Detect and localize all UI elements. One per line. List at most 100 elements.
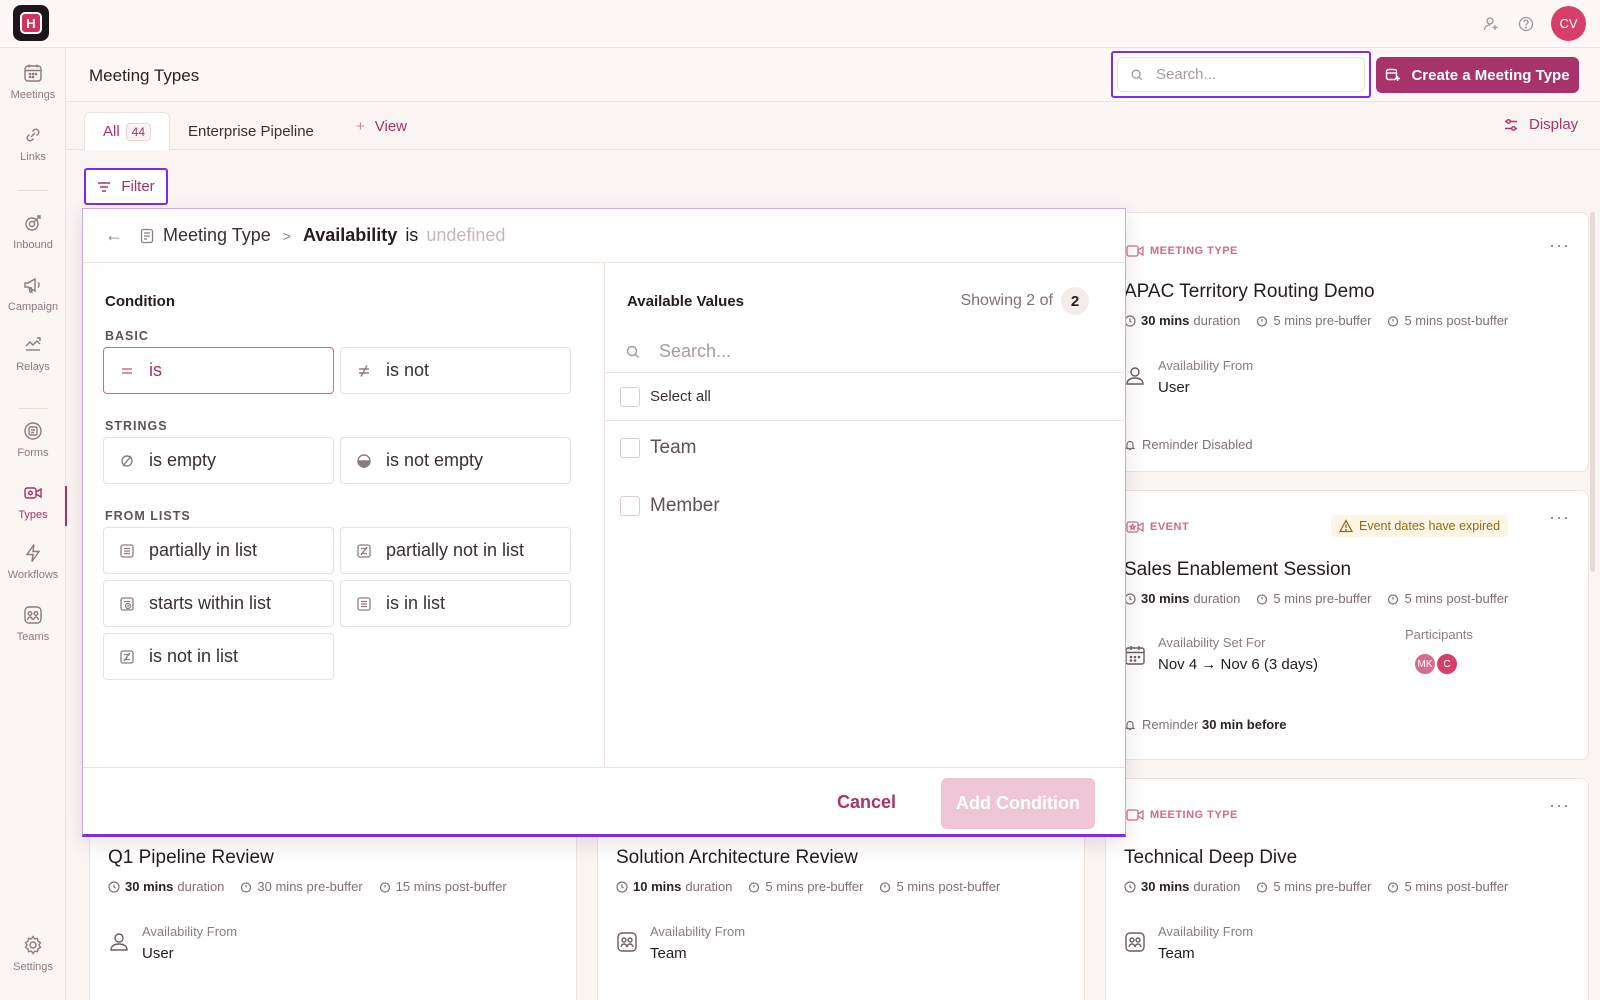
create-button-label: Create a Meeting Type	[1411, 66, 1570, 84]
duration-suffix: duration	[1193, 591, 1241, 606]
sidebar-item-settings[interactable]: Settings	[0, 934, 66, 992]
tab-count-badge: 44	[125, 122, 152, 141]
sidebar-item-types[interactable]: Types	[0, 482, 67, 540]
sidebar-item-workflows[interactable]: Workflows	[0, 542, 66, 600]
list-not-icon	[120, 649, 134, 664]
sidebar-item-teams[interactable]: Teams	[0, 604, 66, 662]
logo-glyph: H	[20, 12, 42, 34]
popover-footer: Cancel Add Condition	[83, 767, 1125, 835]
scrollbar[interactable]	[1590, 212, 1595, 572]
back-arrow-icon[interactable]: ←	[105, 225, 123, 246]
value-label: Team	[650, 437, 697, 458]
event-card[interactable]: EVENT Event dates have expired ··· Sales…	[1105, 490, 1589, 760]
select-all-label: Select all	[650, 388, 711, 405]
search-icon	[626, 345, 640, 358]
search-placeholder: Search...	[1156, 66, 1217, 83]
value-option-member[interactable]: Member	[620, 495, 720, 517]
participant-avatar[interactable]: C	[1436, 653, 1458, 675]
inbound-icon	[25, 215, 41, 231]
sidebar-item-relays[interactable]: Relays	[0, 334, 66, 392]
search-icon	[1131, 69, 1143, 80]
sidebar-item-label: Meetings	[10, 89, 56, 101]
timer-icon	[749, 881, 760, 893]
add-view-label: View	[374, 118, 408, 135]
more-options-icon[interactable]: ···	[1549, 795, 1570, 816]
clock-icon	[108, 880, 120, 893]
option-partially-in-list[interactable]: partially in list	[103, 527, 334, 574]
showing-text: Showing 2 of	[960, 292, 1053, 309]
card-type-label: MEETING TYPE	[1126, 243, 1238, 259]
checkbox[interactable]	[620, 496, 640, 516]
option-label: is empty	[149, 450, 217, 470]
select-all-checkbox[interactable]: Select all	[605, 373, 1127, 421]
card-title: Sales Enablement Session	[1124, 559, 1352, 580]
option-is-in-list[interactable]: is in list	[340, 580, 571, 627]
values-search-input[interactable]: Search...	[605, 331, 1127, 373]
user-avatar[interactable]: CV	[1551, 6, 1586, 41]
card-title: Q1 Pipeline Review	[108, 847, 274, 868]
user-icon	[1126, 367, 1144, 385]
option-is-not-in-list[interactable]: is not in list	[103, 633, 334, 680]
list-clock-icon	[120, 596, 134, 611]
sidebar-item-inbound[interactable]: Inbound	[0, 212, 66, 270]
checkbox[interactable]	[620, 438, 640, 458]
meeting-type-card[interactable]: MEETING TYPE ··· APAC Territory Routing …	[1105, 212, 1589, 472]
option-starts-within-list[interactable]: starts within list	[103, 580, 334, 627]
timer-icon	[1257, 593, 1268, 605]
tab-label: Enterprise Pipeline	[188, 122, 314, 140]
sidebar-item-links[interactable]: Links	[0, 124, 66, 182]
sidebar-item-label: Links	[20, 151, 46, 163]
add-view-button[interactable]: + View	[356, 118, 407, 135]
participant-avatar[interactable]: MK	[1414, 653, 1436, 675]
tab-all[interactable]: All 44	[84, 112, 171, 150]
list-icon	[357, 596, 371, 611]
option-is-not-empty[interactable]: is not empty	[340, 437, 571, 484]
page-title: Meeting Types	[89, 66, 200, 85]
clock-icon	[1124, 880, 1136, 893]
gear-icon	[24, 935, 42, 955]
option-is[interactable]: is	[103, 347, 334, 394]
search-input[interactable]: Search...	[1111, 51, 1371, 98]
duration-suffix: duration	[1193, 879, 1241, 894]
condition-breadcrumb: ← Meeting Type > Availability is undefin…	[83, 209, 1125, 263]
checkbox[interactable]	[620, 386, 640, 407]
breadcrumb-meeting-type[interactable]: Meeting Type	[163, 225, 271, 246]
pre-buffer: 30 mins pre-buffer	[257, 879, 363, 894]
more-options-icon[interactable]: ···	[1549, 235, 1570, 256]
option-partially-not-in-list[interactable]: partially not in list	[340, 527, 571, 574]
megaphone-icon	[24, 277, 40, 293]
add-condition-button[interactable]: Add Condition	[941, 778, 1095, 829]
app-logo[interactable]: H	[13, 5, 49, 41]
meeting-type-card[interactable]: MEETING TYPE ··· Technical Deep Dive 30 …	[1105, 778, 1589, 1000]
add-user-icon[interactable]	[1481, 14, 1501, 34]
filter-button[interactable]: Filter	[84, 168, 168, 205]
video-icon	[24, 487, 42, 499]
sidebar-item-meetings[interactable]: Meetings	[0, 62, 66, 120]
plus-icon: +	[356, 118, 365, 135]
tab-enterprise-pipeline[interactable]: Enterprise Pipeline	[170, 112, 332, 150]
clock-icon	[616, 880, 628, 893]
group-label-strings: STRINGS	[105, 419, 168, 433]
condition-title: Condition	[105, 293, 175, 310]
card-type-label: EVENT	[1126, 519, 1189, 535]
option-label: is not in list	[149, 646, 239, 666]
option-is-empty[interactable]: is empty	[103, 437, 334, 484]
breadcrumb-operator: is	[405, 225, 419, 245]
sidebar-item-label: Workflows	[7, 569, 59, 581]
pre-buffer: 5 mins pre-buffer	[1273, 879, 1372, 894]
sidebar-item-campaign[interactable]: Campaign	[0, 274, 66, 332]
values-count: Showing 2 of 2	[960, 287, 1089, 315]
display-button[interactable]: Display	[1503, 116, 1578, 133]
more-options-icon[interactable]: ···	[1549, 507, 1570, 528]
filter-icon	[98, 181, 111, 192]
duration-value: 30 mins	[1141, 313, 1190, 328]
value-option-team[interactable]: Team	[620, 437, 696, 459]
option-is-not[interactable]: is not	[340, 347, 571, 394]
help-icon[interactable]	[1516, 14, 1536, 34]
create-meeting-type-button[interactable]: Create a Meeting Type	[1376, 57, 1579, 93]
cancel-button[interactable]: Cancel	[837, 792, 896, 813]
sidebar-item-forms[interactable]: Forms	[0, 420, 66, 478]
post-buffer: 5 mins post-buffer	[1404, 879, 1509, 894]
option-label: is in list	[386, 593, 446, 613]
card-meta: 30 mins duration 5 mins pre-buffer 5 mins…	[1124, 879, 1508, 894]
